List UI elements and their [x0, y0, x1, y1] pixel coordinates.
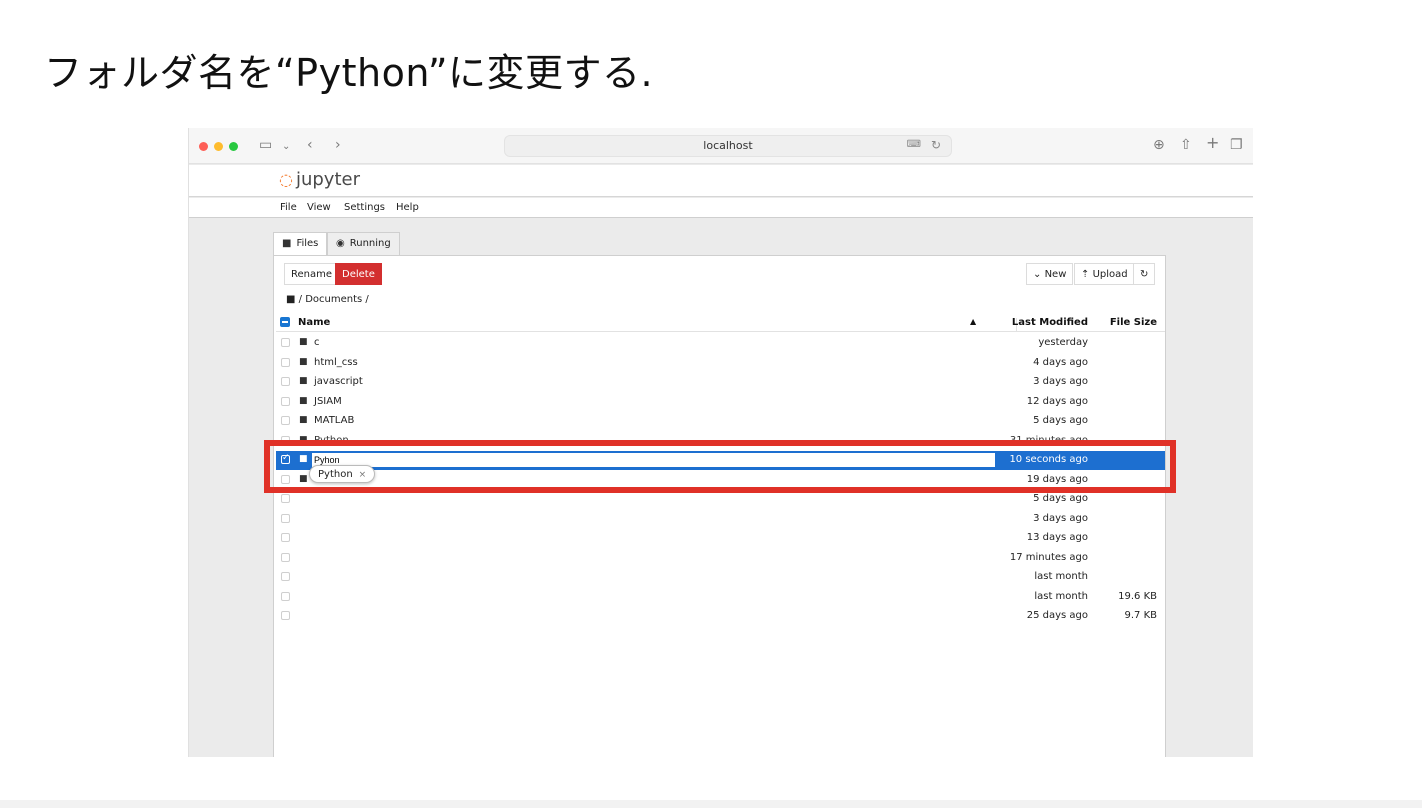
- column-name[interactable]: Name: [298, 317, 330, 328]
- row-size: 9.7 KB: [1124, 610, 1158, 621]
- column-size[interactable]: File Size: [1110, 317, 1157, 328]
- menu-settings[interactable]: Settings: [344, 202, 385, 213]
- menu-bar: File View Settings Help: [189, 198, 1253, 218]
- close-window-button[interactable]: [199, 142, 208, 151]
- row-name[interactable]: MATLAB: [314, 415, 354, 426]
- url-text: localhost: [703, 139, 753, 152]
- refresh-button[interactable]: ↻: [1133, 263, 1156, 285]
- select-all-checkbox[interactable]: [280, 317, 290, 327]
- bottom-strip: [0, 800, 1422, 808]
- row-modified: 25 days ago: [1026, 610, 1088, 621]
- row-modified: yesterday: [1038, 337, 1088, 348]
- new-button-label: New: [1044, 269, 1067, 280]
- table-row[interactable]: ■ JSIAM 12 days ago: [276, 393, 1165, 412]
- translate-icon[interactable]: ⌨: [907, 139, 921, 150]
- forward-icon[interactable]: ›: [335, 136, 341, 154]
- row-checkbox[interactable]: [281, 494, 290, 503]
- upload-icon: ⇡: [1081, 269, 1093, 280]
- minimize-window-button[interactable]: [214, 142, 223, 151]
- row-checkbox[interactable]: [281, 416, 290, 425]
- chevron-down-icon[interactable]: ⌄: [282, 138, 290, 156]
- menu-file[interactable]: File: [280, 202, 297, 213]
- jupyter-logo-icon: ◌: [279, 170, 293, 189]
- reload-icon[interactable]: ↻: [931, 138, 941, 152]
- row-modified: 13 days ago: [1026, 532, 1088, 543]
- zoom-window-button[interactable]: [229, 142, 238, 151]
- row-modified: 12 days ago: [1026, 395, 1088, 407]
- row-modified: 5 days ago: [1033, 493, 1088, 504]
- row-modified: 17 minutes ago: [1009, 551, 1088, 563]
- sidebar-toggle-icon[interactable]: ▭: [259, 136, 272, 154]
- back-icon[interactable]: ‹: [307, 136, 313, 154]
- folder-icon[interactable]: ■: [286, 294, 299, 305]
- table-row[interactable]: ■ MATLAB 5 days ago: [276, 412, 1165, 431]
- row-name[interactable]: c: [314, 337, 320, 348]
- folder-icon: ■: [299, 415, 308, 425]
- rename-button[interactable]: Rename: [284, 263, 340, 285]
- annotation-highlight-box: [264, 440, 1176, 493]
- menu-view[interactable]: View: [307, 202, 331, 213]
- row-modified: last month: [1034, 590, 1088, 602]
- row-checkbox[interactable]: [281, 572, 290, 581]
- row-checkbox[interactable]: [281, 338, 290, 347]
- running-icon: ◉: [336, 238, 345, 249]
- download-icon[interactable]: ⊕: [1153, 136, 1165, 154]
- row-checkbox[interactable]: [281, 377, 290, 386]
- row-checkbox[interactable]: [281, 533, 290, 542]
- table-row[interactable]: 3 days ago: [276, 510, 1165, 529]
- row-checkbox[interactable]: [281, 552, 290, 562]
- tab-running[interactable]: ◉ Running: [327, 232, 400, 256]
- upload-button[interactable]: ⇡ Upload: [1074, 263, 1135, 285]
- chevron-down-icon: ⌄: [1033, 269, 1045, 280]
- sort-up-icon[interactable]: ▲: [970, 317, 976, 326]
- table-row[interactable]: ■ html_css 4 days ago: [276, 354, 1165, 373]
- row-checkbox[interactable]: [281, 591, 290, 601]
- share-icon[interactable]: ⇧: [1180, 136, 1192, 154]
- row-modified: 5 days ago: [1033, 415, 1088, 426]
- row-modified: 3 days ago: [1033, 376, 1088, 387]
- table-row[interactable]: 13 days ago: [276, 529, 1165, 548]
- row-checkbox[interactable]: [281, 513, 290, 523]
- file-browser-panel: Rename Delete ⌄ New ⇡ Upload ↻ ■ / Docum…: [273, 255, 1166, 757]
- table-header: Name ▲ Last Modified File Size: [276, 314, 1165, 332]
- new-tab-icon[interactable]: +: [1206, 134, 1219, 152]
- jupyter-header: ◌ jupyter: [189, 165, 1253, 197]
- table-row[interactable]: last month: [276, 568, 1165, 587]
- table-row[interactable]: ■ c yesterday: [276, 334, 1165, 353]
- row-name[interactable]: JSIAM: [314, 396, 342, 407]
- table-row[interactable]: 17 minutes ago: [276, 549, 1165, 568]
- upload-button-label: Upload: [1092, 269, 1128, 280]
- breadcrumb: ■ / Documents /: [286, 294, 369, 305]
- jupyter-logo-text: jupyter: [295, 169, 360, 190]
- delete-button[interactable]: Delete: [335, 263, 382, 285]
- row-size: 19.6 KB: [1118, 590, 1157, 602]
- tab-files-label: Files: [296, 238, 319, 249]
- folder-icon: ■: [299, 356, 308, 367]
- jupyter-logo[interactable]: ◌ jupyter: [279, 169, 360, 190]
- row-modified: 4 days ago: [1033, 356, 1088, 368]
- row-name[interactable]: javascript: [314, 376, 363, 387]
- table-row[interactable]: 25 days ago 9.7 KB: [276, 607, 1165, 626]
- row-name[interactable]: html_css: [314, 357, 358, 368]
- breadcrumb-path[interactable]: / Documents /: [299, 294, 369, 305]
- new-button[interactable]: ⌄ New: [1026, 263, 1074, 285]
- tab-running-label: Running: [349, 238, 391, 249]
- column-modified[interactable]: Last Modified: [1012, 317, 1088, 328]
- folder-icon: ■: [282, 238, 292, 249]
- folder-icon: ■: [299, 395, 308, 406]
- address-bar[interactable]: localhost ⌨ ↻: [504, 135, 952, 157]
- row-modified: 3 days ago: [1033, 512, 1088, 524]
- folder-icon: ■: [299, 337, 308, 347]
- row-modified: last month: [1034, 571, 1088, 582]
- row-checkbox[interactable]: [281, 396, 290, 406]
- table-row[interactable]: ■ javascript 3 days ago: [276, 373, 1165, 392]
- table-row[interactable]: last month 19.6 KB: [276, 588, 1165, 607]
- tab-overview-icon[interactable]: ❐: [1230, 136, 1243, 154]
- row-checkbox[interactable]: [281, 611, 290, 620]
- slide-title: フォルダ名を“Python”に変更する.: [44, 51, 654, 95]
- folder-icon: ■: [299, 376, 308, 386]
- row-checkbox[interactable]: [281, 357, 290, 367]
- menu-help[interactable]: Help: [396, 202, 419, 213]
- browser-titlebar: ▭ ⌄ ‹ › localhost ⌨ ↻ ⊕ ⇧ + ❐: [189, 128, 1253, 164]
